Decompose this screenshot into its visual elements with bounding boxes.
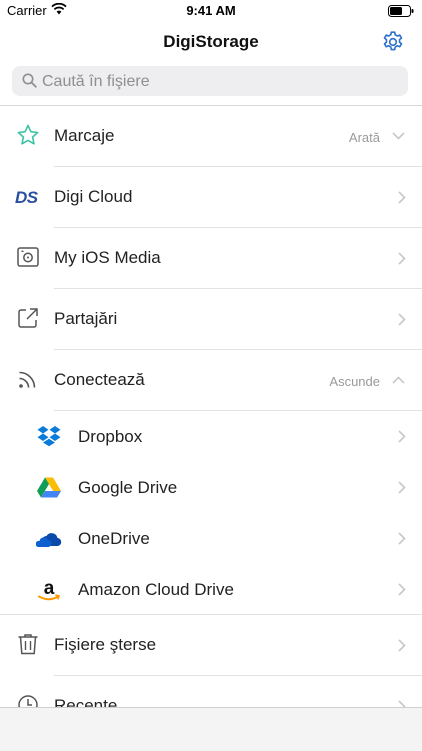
chevron-right-icon — [398, 313, 406, 326]
hide-toggle[interactable]: Ascunde — [329, 374, 380, 389]
chevron-right-icon — [398, 532, 406, 545]
digi-cloud-logo: DS — [15, 188, 38, 207]
deleted-files-label: Fişiere şterse — [54, 635, 157, 654]
connect-item-google-drive[interactable]: Google Drive — [0, 462, 422, 513]
marcaje-label: Marcaje — [54, 126, 115, 145]
status-bar: Carrier 9:41 AM — [0, 0, 422, 22]
status-time: 9:41 AM — [186, 3, 236, 18]
search-bar — [12, 66, 408, 96]
chevron-right-icon — [398, 583, 406, 596]
search-icon — [22, 73, 37, 88]
sidebar-item-conecteaza[interactable]: Conectează Ascunde — [0, 350, 422, 411]
partajari-label: Partajări — [54, 309, 118, 328]
star-icon — [17, 124, 39, 145]
photo-library-icon — [17, 247, 39, 267]
battery-icon — [388, 5, 414, 17]
dropbox-icon — [37, 426, 61, 447]
google-drive-icon — [37, 477, 61, 498]
bottom-toolbar — [0, 707, 422, 751]
show-toggle[interactable]: Arată — [349, 130, 380, 145]
connect-item-amazon[interactable]: a Amazon Cloud Drive — [0, 564, 422, 615]
amazon-icon: a — [38, 578, 61, 601]
sidebar-item-partajari[interactable]: Partajări — [0, 289, 422, 350]
settings-button[interactable] — [381, 30, 405, 54]
onedrive-icon — [36, 533, 62, 547]
onedrive-label: OneDrive — [78, 529, 150, 548]
sidebar-item-digi-cloud[interactable]: DS Digi Cloud — [0, 167, 422, 228]
share-icon — [18, 308, 38, 328]
chevron-right-icon — [398, 252, 406, 265]
chevron-right-icon — [398, 639, 406, 652]
sidebar-item-ios-media[interactable]: My iOS Media — [0, 228, 422, 289]
page-title: DigiStorage — [163, 32, 259, 51]
search-input[interactable] — [40, 68, 394, 96]
sidebar-item-deleted-files[interactable]: Fişiere şterse — [0, 615, 422, 676]
connect-item-onedrive[interactable]: OneDrive — [0, 513, 422, 564]
chevron-up-icon — [392, 376, 405, 384]
connect-item-dropbox[interactable]: Dropbox — [0, 411, 422, 462]
chevron-right-icon — [398, 430, 406, 443]
gear-icon — [383, 31, 403, 51]
svg-text:a: a — [44, 578, 55, 599]
google-drive-label: Google Drive — [78, 478, 178, 497]
rss-icon — [19, 371, 36, 388]
digi-cloud-label: Digi Cloud — [54, 187, 133, 206]
ios-media-label: My iOS Media — [54, 248, 161, 267]
chevron-down-icon — [392, 132, 405, 140]
conecteaza-label: Conectează — [54, 370, 145, 389]
sidebar-item-marcaje[interactable]: Marcaje Arată — [0, 106, 422, 167]
chevron-right-icon — [398, 481, 406, 494]
amazon-label: Amazon Cloud Drive — [78, 580, 234, 599]
trash-icon — [18, 634, 38, 655]
chevron-right-icon — [398, 191, 406, 204]
dropbox-label: Dropbox — [78, 427, 143, 446]
